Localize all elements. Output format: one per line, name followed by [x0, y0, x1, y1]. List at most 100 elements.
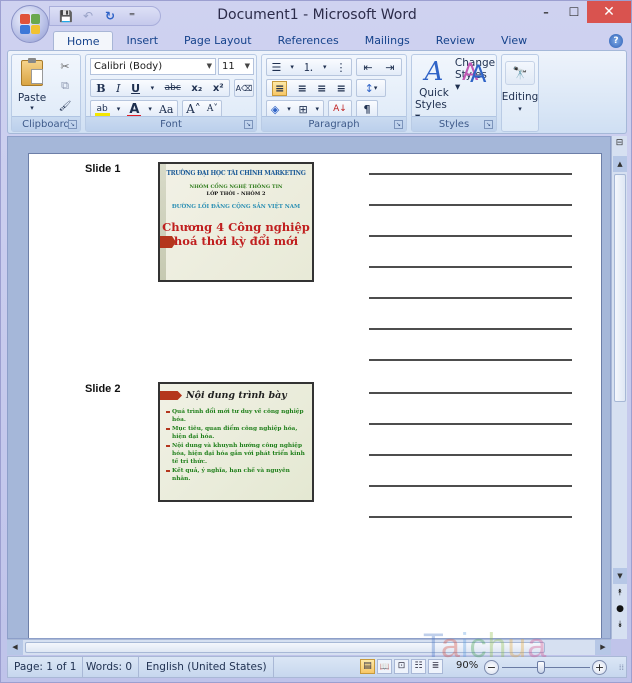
underline-dropdown-icon[interactable]: ▾	[151, 84, 155, 92]
slide-1-title: Chương 4 Công nghiệp hoá thời kỳ đổi mới	[162, 220, 310, 248]
next-page-icon[interactable]: ⯯	[613, 620, 627, 634]
align-center-button[interactable]: ≡	[298, 82, 307, 95]
zoom-out-button[interactable]: −	[484, 660, 499, 675]
shading-dropdown-icon[interactable]: ▾	[287, 105, 291, 113]
vertical-scrollbar[interactable]: ⊟ ▲ ▼ ⯭ ● ⯯	[611, 136, 627, 639]
font-launcher-icon[interactable]: ↘	[244, 120, 253, 129]
document-page[interactable]: Slide 1 TRƯỜNG ĐẠI HỌC TÀI CHÍNH MARKETI…	[28, 153, 602, 638]
borders-dropdown-icon[interactable]: ▾	[316, 105, 320, 113]
font-group: Calibri (Body) ▼ 11 ▼ B I U ▾ abc x₂ x² A⌫…	[85, 54, 257, 132]
help-icon[interactable]: ?	[609, 34, 623, 48]
font-size-value: 11	[222, 61, 235, 72]
page-count-status[interactable]: Page: 1 of 1	[8, 657, 84, 677]
title-bar: 💾 ↶ ↻ ⁼ Document1 - Microsoft Word – ☐ ✕	[1, 1, 632, 43]
font-color-dropdown-icon[interactable]: ▾	[148, 105, 152, 113]
paste-button[interactable]: Paste ▾	[16, 58, 48, 113]
zoom-slider-thumb[interactable]	[537, 661, 546, 674]
office-button[interactable]	[11, 5, 49, 43]
strikethrough-button[interactable]: abc	[165, 83, 181, 93]
quick-styles-button[interactable]: A Quick Styles ▾	[415, 57, 453, 123]
outline-view-button[interactable]: ☷	[411, 659, 426, 674]
subscript-button[interactable]: x₂	[191, 83, 202, 94]
shrink-font-button[interactable]: A˅	[207, 104, 218, 114]
align-right-button[interactable]: ≡	[317, 82, 326, 95]
office-logo-icon	[20, 14, 40, 34]
scroll-down-icon[interactable]: ▼	[613, 568, 627, 584]
bullets-dropdown-icon[interactable]: ▾	[290, 63, 294, 71]
resize-grip-icon[interactable]: ⁞⁞	[619, 663, 624, 672]
tab-home[interactable]: Home	[53, 31, 114, 51]
select-browse-object-icon[interactable]: ●	[613, 604, 627, 618]
language-status[interactable]: English (United States)	[140, 657, 274, 677]
maximize-button[interactable]: ☐	[561, 1, 587, 23]
bullets-button[interactable]: ☰	[272, 61, 282, 74]
paragraph-launcher-icon[interactable]: ↘	[394, 120, 403, 129]
tab-references[interactable]: References	[265, 31, 352, 51]
borders-button[interactable]: ⊞	[299, 103, 308, 116]
full-screen-reading-view-button[interactable]: 📖	[377, 659, 392, 674]
cut-icon[interactable]: ✂	[56, 57, 74, 75]
line-spacing-button[interactable]: ↕ ▾	[356, 79, 386, 97]
draft-view-button[interactable]: ≣	[428, 659, 443, 674]
horizontal-scrollbar[interactable]: ◀ ▶	[7, 639, 611, 655]
underline-button[interactable]: U	[131, 82, 140, 95]
change-styles-button[interactable]: AA Change Styles ▾	[455, 57, 495, 115]
paragraph-label: Paragraph	[262, 116, 406, 131]
numbering-button[interactable]: ⒈	[303, 59, 314, 75]
highlight-dropdown-icon[interactable]: ▾	[117, 105, 121, 113]
editing-group[interactable]: 🔭 Editing ▾	[501, 54, 539, 132]
tab-mailings[interactable]: Mailings	[352, 31, 423, 51]
zoom-slider-track[interactable]	[502, 667, 590, 668]
zoom-in-button[interactable]: +	[592, 660, 607, 675]
numbering-dropdown-icon[interactable]: ▾	[323, 63, 327, 71]
word-window: 💾 ↶ ↻ ⁼ Document1 - Microsoft Word – ☐ ✕…	[0, 0, 632, 683]
superscript-button[interactable]: x²	[213, 83, 224, 94]
copy-icon[interactable]: ⧉	[56, 77, 74, 95]
change-case-button[interactable]: Aa	[159, 103, 174, 116]
slide-1-thumbnail[interactable]: TRƯỜNG ĐẠI HỌC TÀI CHÍNH MARKETING NHÓM …	[158, 162, 314, 282]
tab-review[interactable]: Review	[423, 31, 488, 51]
note-line	[369, 359, 572, 361]
scroll-up-icon[interactable]: ▲	[613, 156, 627, 172]
horizontal-scroll-thumb[interactable]	[25, 642, 545, 653]
print-layout-view-button[interactable]: ▤	[360, 659, 375, 674]
align-left-button[interactable]: ≡	[272, 80, 288, 96]
note-line	[369, 516, 572, 518]
slide-2-thumbnail[interactable]: Nội dung trình bày Quá trình đổi mới tư …	[158, 382, 314, 502]
styles-launcher-icon[interactable]: ↘	[484, 120, 493, 129]
clipboard-launcher-icon[interactable]: ↘	[68, 120, 77, 129]
view-ruler-icon[interactable]: ⊟	[613, 138, 626, 152]
font-name-select[interactable]: Calibri (Body) ▼	[90, 58, 216, 75]
justify-button[interactable]: ≡	[337, 82, 346, 95]
font-color-button[interactable]: A	[127, 102, 142, 118]
highlight-button[interactable]: ab	[94, 104, 110, 116]
quick-styles-label-1: Quick	[419, 87, 449, 99]
scroll-left-icon[interactable]: ◀	[7, 640, 23, 655]
format-painter-icon[interactable]: 🖌	[56, 97, 74, 115]
grow-font-button[interactable]: A˄	[186, 102, 201, 116]
paste-label: Paste	[17, 92, 47, 104]
multilevel-list-button[interactable]: ⋮	[335, 61, 346, 74]
bold-button[interactable]: B	[96, 82, 105, 95]
tab-page-layout[interactable]: Page Layout	[171, 31, 265, 51]
close-button[interactable]: ✕	[587, 1, 631, 23]
note-line	[369, 204, 572, 206]
previous-page-icon[interactable]: ⯭	[613, 588, 627, 602]
clear-formatting-button[interactable]: A⌫	[234, 79, 254, 97]
decrease-indent-button[interactable]: ⇤	[363, 61, 372, 74]
vertical-scroll-thumb[interactable]	[614, 174, 626, 402]
scroll-right-icon[interactable]: ▶	[595, 640, 611, 655]
tab-view[interactable]: View	[488, 31, 540, 51]
italic-button[interactable]: I	[116, 82, 120, 95]
tab-insert[interactable]: Insert	[113, 31, 171, 51]
minimize-button[interactable]: –	[533, 1, 559, 23]
ribbon-tabs: Home Insert Page Layout References Maili…	[53, 31, 540, 51]
slide-1-university: TRƯỜNG ĐẠI HỌC TÀI CHÍNH MARKETING	[166, 170, 306, 177]
zoom-level[interactable]: 90%	[456, 660, 478, 671]
web-layout-view-button[interactable]: ⊡	[394, 659, 409, 674]
paste-arrow-icon: ▾	[30, 104, 34, 112]
font-size-select[interactable]: 11 ▼	[218, 58, 254, 75]
shading-button[interactable]: ◈	[271, 103, 279, 116]
increase-indent-button[interactable]: ⇥	[385, 61, 394, 74]
word-count-status[interactable]: Words: 0	[80, 657, 140, 677]
